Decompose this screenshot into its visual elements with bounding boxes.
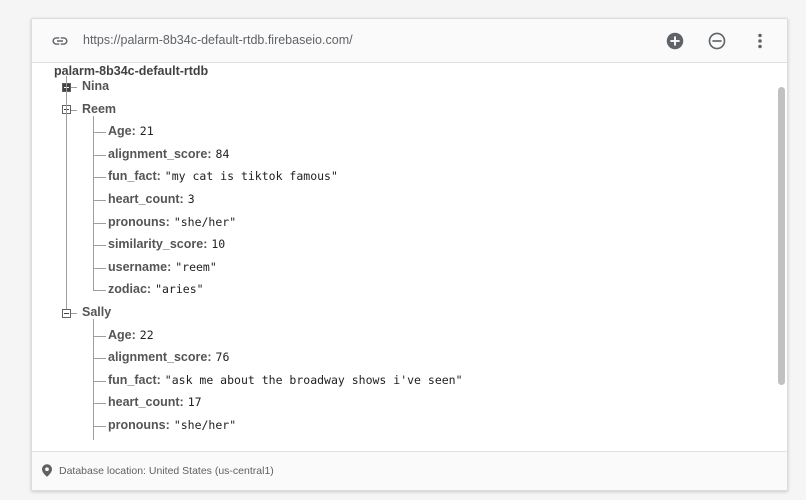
leaf-value[interactable]: "aries" — [155, 282, 203, 296]
tree-connector — [93, 200, 106, 201]
leaf-colon: : — [156, 169, 161, 184]
leaf-colon: : — [207, 146, 212, 161]
leaf-value[interactable]: 84 — [216, 147, 230, 161]
leaf-colon: : — [203, 237, 208, 252]
tree-leaf-heart-count[interactable]: heart_count: 3 — [108, 192, 195, 206]
tree-leaf-alignment-score[interactable]: alignment_score: 84 — [108, 147, 229, 161]
leaf-key: pronouns — [108, 214, 166, 229]
tree-connector — [93, 177, 106, 179]
tree-guide-root — [66, 76, 67, 309]
link-icon[interactable] — [50, 32, 70, 50]
tree-connector — [93, 222, 106, 224]
leaf-colon: : — [207, 350, 212, 365]
tree-connector — [93, 154, 106, 156]
leaf-colon: : — [165, 418, 170, 432]
leaf-key: heart_count — [108, 192, 180, 206]
tree-guide — [93, 319, 94, 440]
tree-leaf-age[interactable]: Age: 22 — [108, 328, 154, 342]
leaf-colon: : — [165, 214, 170, 229]
tree-connector — [93, 426, 106, 427]
leaf-colon: : — [179, 192, 184, 206]
tree-connector — [93, 132, 106, 134]
leaf-colon: : — [156, 372, 161, 387]
tree-connector — [93, 335, 106, 337]
leaf-key: fun_fact — [108, 169, 157, 184]
leaf-colon: : — [167, 259, 172, 274]
leaf-key: alignment_score — [108, 146, 208, 161]
add-circle-icon[interactable] — [664, 30, 686, 52]
url-bar: https://palarm-8b34c-default-rtdb.fireba… — [32, 19, 787, 63]
database-url[interactable]: https://palarm-8b34c-default-rtdb.fireba… — [83, 33, 353, 47]
tree-connector — [93, 403, 106, 405]
leaf-key: zodiac — [108, 282, 147, 297]
tree-node-reem[interactable]: Reem — [82, 102, 116, 116]
database-location: Database location: United States (us-cen… — [59, 465, 274, 477]
leaf-value[interactable]: "she/her" — [174, 215, 236, 229]
tree-connector — [93, 380, 106, 382]
leaf-value[interactable]: 22 — [140, 328, 154, 342]
tree-connector — [71, 313, 77, 314]
tree-connector — [93, 267, 106, 269]
leaf-colon: : — [146, 282, 152, 297]
tree-root-label[interactable]: palarm-8b34c-default-rtdb — [54, 64, 208, 78]
tree-guide — [93, 115, 94, 291]
leaf-value[interactable]: 21 — [140, 124, 154, 138]
scrollbar-thumb[interactable] — [778, 87, 785, 385]
tree-leaf-fun-fact[interactable]: fun_fact: "ask me about the broadway show… — [108, 373, 463, 387]
tree-leaf-zodiac[interactable]: zodiac: "aries" — [108, 282, 204, 296]
tree-leaf-similarity-score[interactable]: similarity_score: 10 — [108, 237, 225, 251]
tree-connector — [71, 87, 77, 88]
leaf-value[interactable]: 3 — [188, 192, 195, 206]
leaf-key: Age — [108, 327, 132, 342]
leaf-key: Age — [108, 124, 132, 139]
tree-connector — [93, 245, 106, 247]
leaf-value[interactable]: 10 — [211, 237, 225, 251]
leaf-key: username — [108, 259, 168, 274]
database-panel: https://palarm-8b34c-default-rtdb.fireba… — [31, 18, 788, 491]
leaf-value[interactable]: "she/her" — [174, 418, 236, 432]
tree-node-nina[interactable]: Nina — [82, 79, 109, 93]
more-vert-icon[interactable] — [749, 30, 771, 52]
tree-connector — [71, 109, 77, 111]
leaf-key: alignment_score — [108, 350, 208, 365]
tree-leaf-alignment-score[interactable]: alignment_score: 76 — [108, 350, 229, 364]
collapse-icon[interactable] — [62, 308, 71, 318]
leaf-value[interactable]: "reem" — [175, 260, 217, 274]
leaf-key: similarity_score — [108, 237, 204, 252]
footer: Database location: United States (us-cen… — [32, 451, 787, 490]
tree-node-sally[interactable]: Sally — [82, 305, 111, 319]
tree-leaf-username[interactable]: username: "reem" — [108, 260, 217, 274]
leaf-value[interactable]: 76 — [216, 350, 230, 364]
tree-connector — [93, 358, 106, 360]
tree-leaf-heart-count[interactable]: heart_count: 17 — [108, 395, 202, 409]
leaf-value[interactable]: "ask me about the broadway shows i've se… — [165, 373, 463, 387]
location-pin-icon — [42, 464, 52, 477]
leaf-key: fun_fact — [108, 372, 157, 387]
leaf-value[interactable]: 17 — [188, 395, 202, 409]
tree-connector — [93, 290, 106, 292]
leaf-key: pronouns — [108, 418, 166, 432]
remove-circle-icon[interactable] — [706, 30, 728, 52]
leaf-colon: : — [179, 395, 184, 410]
tree-leaf-age[interactable]: Age: 21 — [108, 124, 154, 138]
data-tree: palarm-8b34c-default-rtdb Nina Reem Age: 21… — [32, 64, 787, 450]
tree-leaf-pronouns[interactable]: pronouns: "she/her" — [108, 215, 236, 229]
tree-leaf-fun-fact[interactable]: fun_fact: "my cat is tiktok famous" — [108, 169, 338, 183]
tree-leaf-pronouns[interactable]: pronouns: "she/her" — [108, 418, 236, 432]
leaf-value[interactable]: "my cat is tiktok famous" — [165, 169, 338, 183]
leaf-colon: : — [131, 124, 136, 139]
leaf-colon: : — [131, 327, 136, 342]
leaf-key: heart_count — [108, 395, 180, 410]
